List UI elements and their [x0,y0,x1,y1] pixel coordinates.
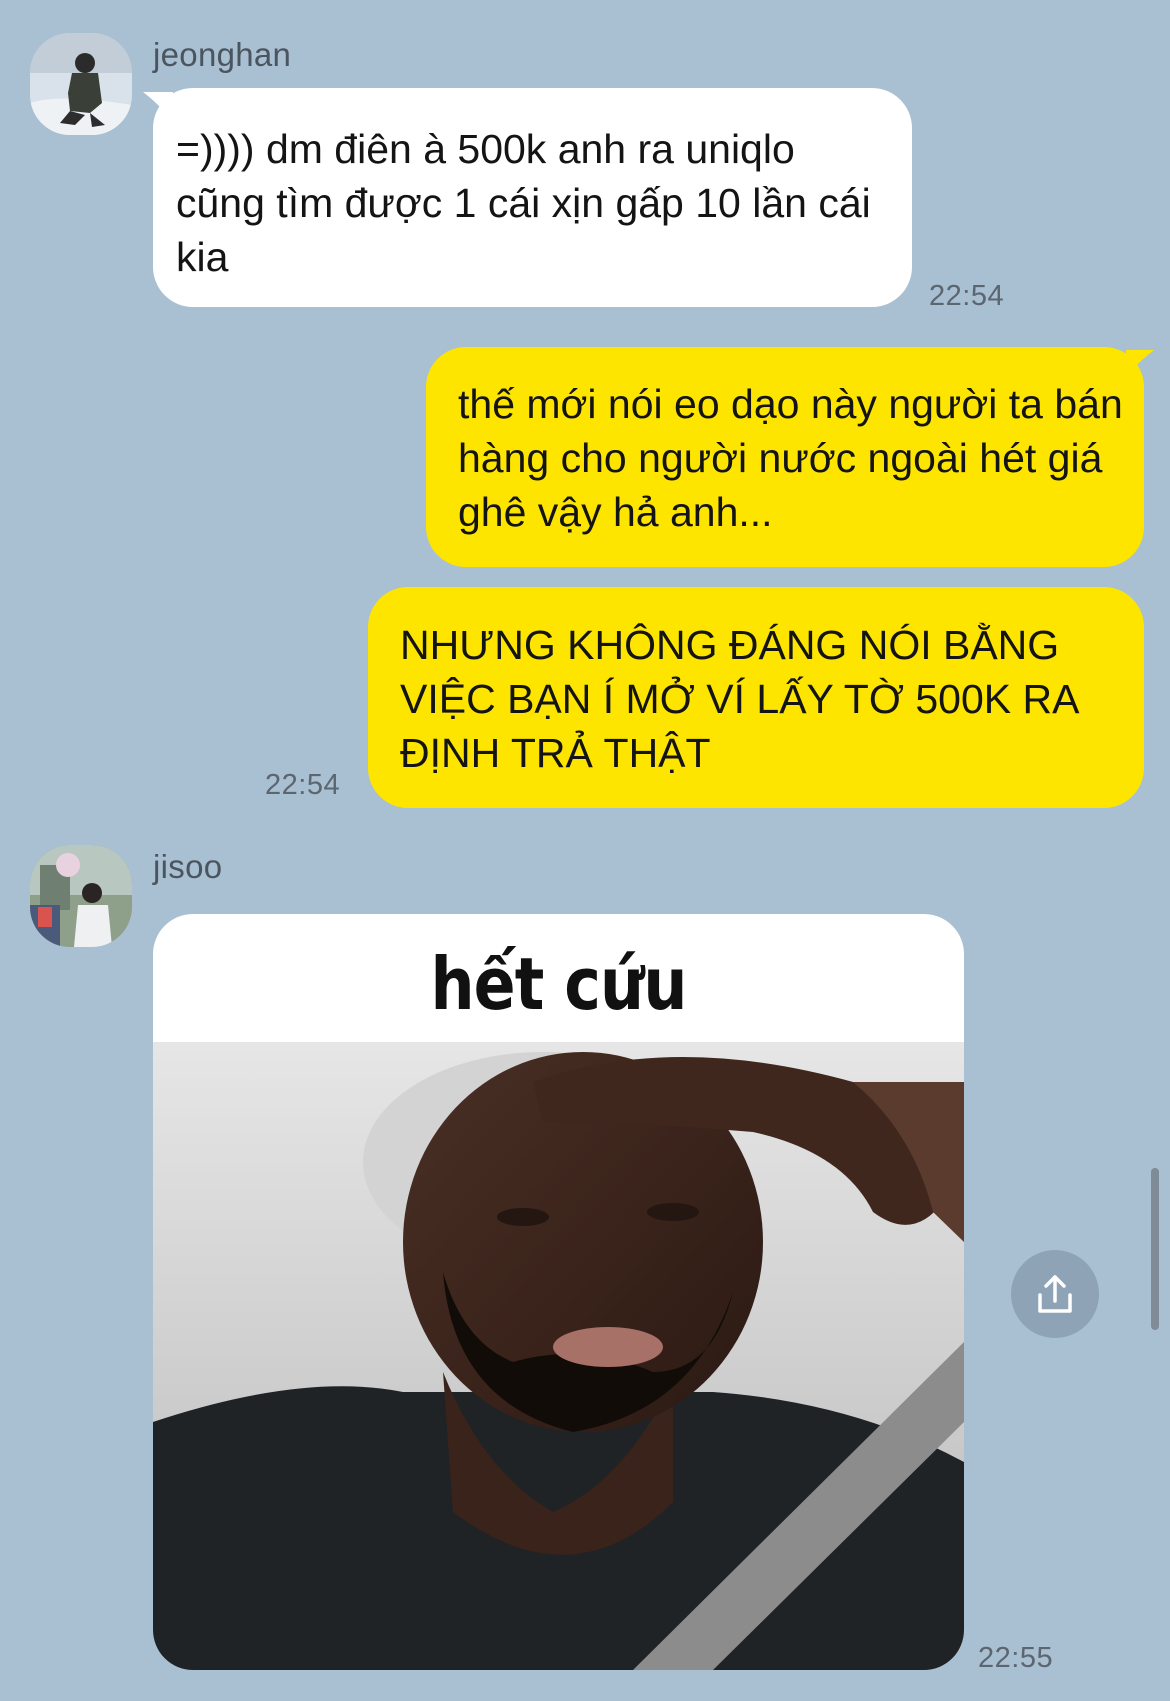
message-time: 22:54 [929,280,1005,312]
message-bubble[interactable]: =)))) dm điên à 500k anh ra uniqlo cũng … [153,88,912,307]
scrollbar[interactable] [1151,1168,1159,1330]
message-text: NHƯNG KHÔNG ĐÁNG NÓI BẰNG VIỆC BẠN Í MỞ … [400,622,1078,776]
message-text: =)))) dm điên à 500k anh ra uniqlo cũng … [176,126,871,280]
share-icon [1038,1275,1072,1313]
meme-photo [153,1042,964,1670]
message-bubble[interactable]: thế mới nói eo dạo này người ta bán hàng… [426,347,1144,567]
sender-name: jisoo [153,848,223,885]
message-bubble[interactable]: NHƯNG KHÔNG ĐÁNG NÓI BẰNG VIỆC BẠN Í MỞ … [368,587,1144,808]
chat-screen: jeonghan =)))) dm điên à 500k anh ra uni… [0,0,1170,1701]
message-text: thế mới nói eo dạo này người ta bán hàng… [458,381,1123,535]
meme-caption: hết cứu [430,942,687,1026]
jisoo-avatar[interactable] [30,845,132,947]
image-message[interactable]: hết cứu [153,914,964,1670]
message-time: 22:54 [265,769,341,801]
share-button[interactable] [1011,1250,1099,1338]
message-time: 22:55 [978,1642,1054,1674]
jeonghan-avatar[interactable] [30,33,132,135]
sender-name: jeonghan [153,36,292,73]
